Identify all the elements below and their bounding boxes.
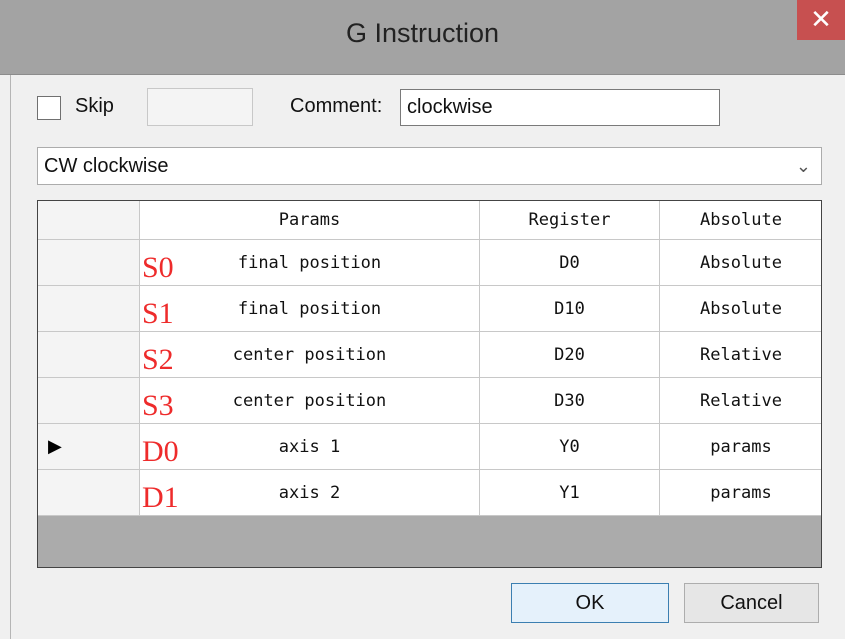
column-header[interactable]: Register (480, 201, 660, 240)
instruction-mode-select[interactable]: CW clockwise ⌄ (37, 147, 822, 185)
register-cell[interactable]: D0 (480, 240, 660, 286)
skip-label: Skip (75, 95, 114, 117)
close-icon: ✕ (810, 5, 832, 35)
register-cell[interactable]: D20 (480, 332, 660, 378)
absolute-mode-cell[interactable]: params (660, 424, 821, 470)
param-cell[interactable]: S2 center position (140, 332, 480, 378)
absolute-mode-cell[interactable]: params (660, 470, 821, 516)
row-header[interactable] (38, 378, 140, 424)
table-row[interactable]: S1 final position D10 Absolute (38, 286, 821, 332)
comment-label: Comment: (290, 95, 383, 117)
param-cell[interactable]: S1 final position (140, 286, 480, 332)
param-name: center position (232, 344, 387, 365)
close-button[interactable]: ✕ (797, 0, 845, 40)
absolute-mode-cell[interactable]: Absolute (660, 240, 821, 286)
table-row[interactable]: ▶ D0 axis 1 Y0 params (38, 424, 821, 470)
absolute-mode-cell[interactable]: Absolute (660, 286, 821, 332)
row-header[interactable]: ▶ (38, 424, 140, 470)
register-cell[interactable]: Y0 (480, 424, 660, 470)
window-title: G Instruction (345, 18, 500, 48)
skip-checkbox[interactable] (37, 96, 61, 120)
table-row[interactable]: S0 final position D0 Absolute (38, 240, 821, 286)
current-row-icon: ▶ (48, 436, 62, 457)
ok-button[interactable]: OK (511, 583, 669, 623)
param-name: final position (237, 252, 382, 273)
register-cell[interactable]: Y1 (480, 470, 660, 516)
register-cell[interactable]: D30 (480, 378, 660, 424)
grid-header-row: Params Register Absolute (38, 201, 821, 240)
column-header[interactable] (38, 201, 140, 240)
column-header[interactable]: Params (140, 201, 480, 240)
table-row[interactable]: S2 center position D20 Relative (38, 332, 821, 378)
title-bar: G Instruction ✕ (0, 0, 845, 75)
column-header[interactable]: Absolute (660, 201, 821, 240)
comment-input[interactable] (400, 89, 720, 126)
param-cell[interactable]: S0 final position (140, 240, 480, 286)
param-name: axis 2 (278, 482, 341, 503)
table-row[interactable]: S3 center position D30 Relative (38, 378, 821, 424)
param-name: center position (232, 390, 387, 411)
absolute-mode-cell[interactable]: Relative (660, 378, 821, 424)
chevron-down-icon: ⌄ (795, 156, 811, 177)
table-row[interactable]: D1 axis 2 Y1 params (38, 470, 821, 516)
absolute-mode-cell[interactable]: Relative (660, 332, 821, 378)
row-header[interactable] (38, 240, 140, 286)
param-name: axis 1 (278, 436, 341, 457)
instruction-mode-value: CW clockwise (44, 155, 169, 177)
param-cell[interactable]: D0 axis 1 (140, 424, 480, 470)
skip-field (147, 88, 253, 126)
param-cell[interactable]: S3 center position (140, 378, 480, 424)
params-grid: Params Register Absolute S0 final position D0… (37, 200, 822, 568)
register-cell[interactable]: D10 (480, 286, 660, 332)
param-cell[interactable]: D1 axis 2 (140, 470, 480, 516)
cancel-button[interactable]: Cancel (684, 583, 819, 623)
row-header[interactable] (38, 332, 140, 378)
row-header[interactable] (38, 286, 140, 332)
param-name: final position (237, 298, 382, 319)
row-header[interactable] (38, 470, 140, 516)
